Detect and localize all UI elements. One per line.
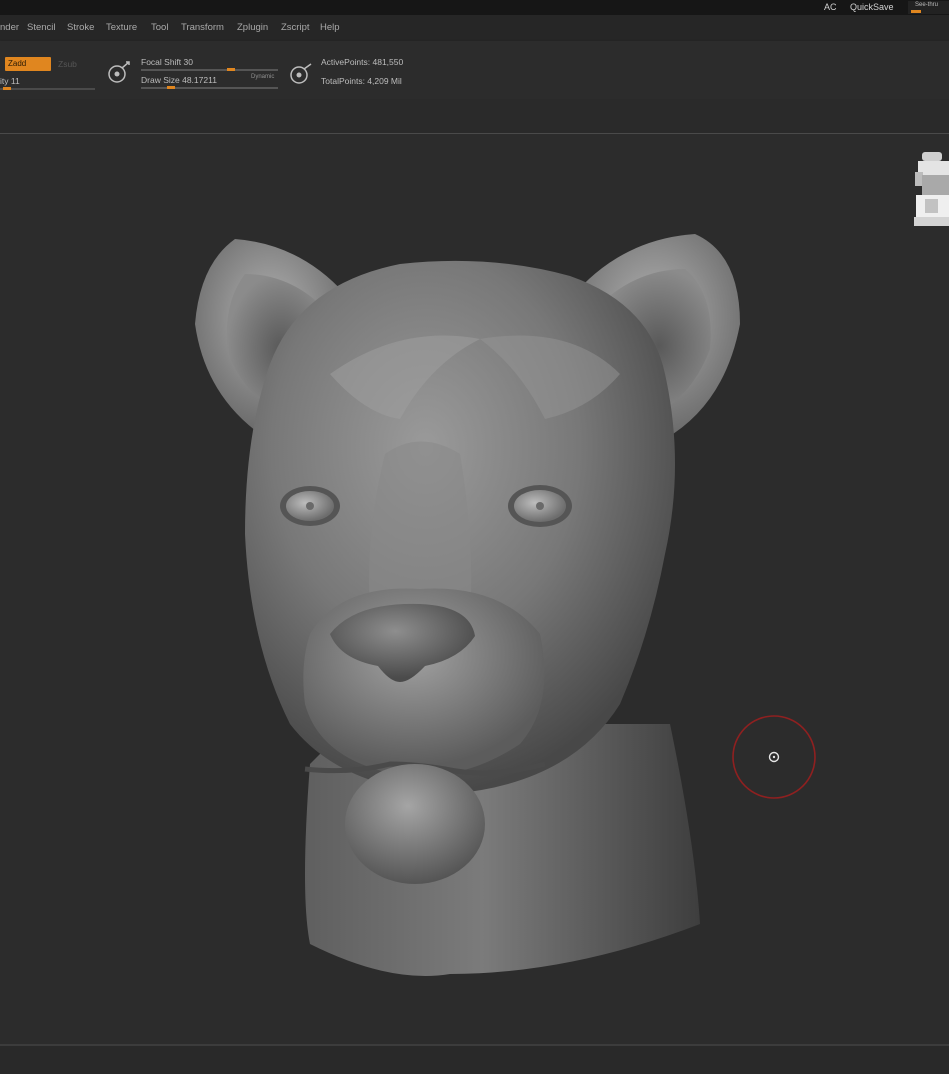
menu-texture[interactable]: Texture xyxy=(106,22,137,33)
intensity-label: ity 11 xyxy=(0,76,20,86)
bottom-shelf xyxy=(0,1046,949,1074)
menu-tool[interactable]: Tool xyxy=(151,22,168,33)
zadd-label: Zadd xyxy=(8,59,27,68)
points-info-icon[interactable] xyxy=(286,61,314,89)
intensity-slider-knob[interactable] xyxy=(3,87,11,90)
menu-help[interactable]: Help xyxy=(320,22,340,33)
see-through-knob xyxy=(911,10,921,13)
zsub-button[interactable]: Zsub xyxy=(58,59,77,69)
see-through-label: See-thru xyxy=(915,2,939,8)
focal-shift-slider-knob[interactable] xyxy=(227,68,235,71)
active-points-label: ActivePoints: 481,550 xyxy=(321,57,404,67)
sculpt-model xyxy=(195,234,740,976)
dynamic-toggle[interactable]: Dynamic xyxy=(251,74,274,80)
menu-stencil[interactable]: Stencil xyxy=(27,22,56,33)
intensity-slider[interactable] xyxy=(0,88,95,90)
zadd-button[interactable]: Zadd xyxy=(5,57,51,71)
draw-size-slider-knob[interactable] xyxy=(167,86,175,89)
menu-zplugin[interactable]: Zplugin xyxy=(237,22,268,33)
draw-size-slider[interactable] xyxy=(141,87,278,89)
title-bar: AC QuickSave See-thru xyxy=(0,0,949,15)
quicksave-button[interactable]: QuickSave xyxy=(850,2,894,12)
menu-zscript[interactable]: Zscript xyxy=(281,22,310,33)
focal-shift-slider[interactable] xyxy=(141,69,278,71)
menu-render[interactable]: nder xyxy=(0,22,19,33)
document-canvas[interactable] xyxy=(0,134,949,1044)
navigation-cube-icon[interactable] xyxy=(912,152,949,232)
ac-button[interactable]: AC xyxy=(824,2,837,12)
menu-transform[interactable]: Transform xyxy=(181,22,224,33)
menu-bar: nder Stencil Stroke Texture Tool Transfo… xyxy=(0,15,949,41)
draw-size-label: Draw Size 48.17211 xyxy=(141,75,217,85)
focal-shift-icon[interactable] xyxy=(104,59,132,87)
see-through-slider[interactable]: See-thru xyxy=(908,1,949,14)
focal-shift-label: Focal Shift 30 xyxy=(141,57,193,67)
brush-cursor-icon xyxy=(732,715,816,799)
top-shelf: Zadd Zsub ity 11 Focal Shift 30 Draw Siz… xyxy=(0,41,949,99)
secondary-shelf xyxy=(0,99,949,133)
total-points-label: TotalPoints: 4,209 Mil xyxy=(321,76,402,86)
menu-stroke[interactable]: Stroke xyxy=(67,22,94,33)
